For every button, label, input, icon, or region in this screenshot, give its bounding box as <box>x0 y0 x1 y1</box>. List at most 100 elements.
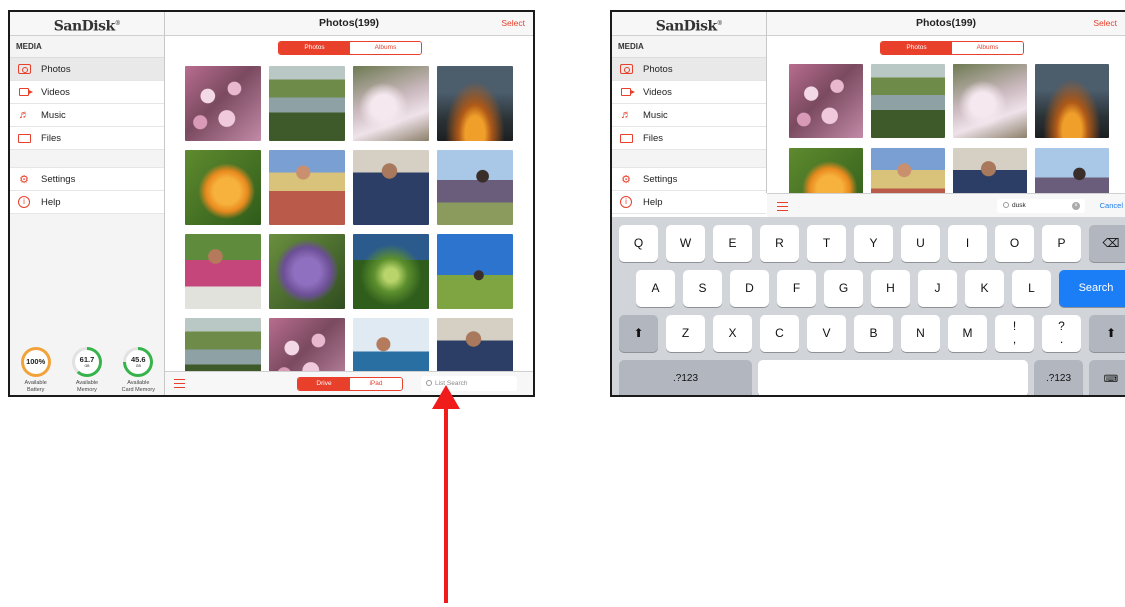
top-bar: Photos(199) Select <box>165 12 533 36</box>
key-i[interactable]: I <box>948 225 987 262</box>
photo-thumbnail[interactable] <box>1035 148 1109 193</box>
photo-thumbnail[interactable] <box>437 66 513 141</box>
photo-thumbnail[interactable] <box>353 234 429 309</box>
video-icon <box>619 86 635 98</box>
gauge-value: 45.6 <box>131 355 146 364</box>
sidebar-item-photos[interactable]: Photos <box>10 58 164 81</box>
photo-thumbnail[interactable] <box>269 66 345 141</box>
sidebar-item-help[interactable]: i Help <box>612 191 766 214</box>
key-h[interactable]: H <box>871 270 910 307</box>
sandisk-logo: SanDisk® <box>10 12 164 36</box>
key-v[interactable]: V <box>807 315 846 352</box>
key-e[interactable]: E <box>713 225 752 262</box>
photo-thumbnail[interactable] <box>269 234 345 309</box>
sidebar-item-label: Help <box>643 196 663 208</box>
tab-drive[interactable]: Drive <box>298 378 350 390</box>
shift-key-left[interactable]: ⬆ <box>619 315 658 352</box>
sidebar-item-photos[interactable]: Photos <box>612 58 766 81</box>
numbers-key-left[interactable]: .?123 <box>619 360 752 395</box>
sidebar-item-videos[interactable]: Videos <box>612 81 766 104</box>
key-c[interactable]: C <box>760 315 799 352</box>
key-t[interactable]: T <box>807 225 846 262</box>
photo-thumbnail[interactable] <box>437 150 513 225</box>
photo-thumbnail[interactable] <box>185 318 261 373</box>
key-j[interactable]: J <box>918 270 957 307</box>
select-button[interactable]: Select <box>501 12 525 35</box>
search-key[interactable]: Search <box>1059 270 1125 307</box>
key-d[interactable]: D <box>730 270 769 307</box>
photo-thumbnail[interactable] <box>185 234 261 309</box>
sidebar-item-music[interactable]: ♬ Music <box>612 104 766 127</box>
sidebar-item-label: Settings <box>41 173 76 185</box>
photo-thumbnail[interactable] <box>353 318 429 373</box>
sidebar-item-videos[interactable]: Videos <box>10 81 164 104</box>
shift-key-right[interactable]: ⬆ <box>1089 315 1125 352</box>
key-b[interactable]: B <box>854 315 893 352</box>
sidebar-item-settings[interactable]: ⚙ Settings <box>10 168 164 191</box>
photo-thumbnail[interactable] <box>789 64 863 138</box>
clear-search-icon[interactable]: × <box>1072 202 1080 210</box>
photo-thumbnail[interactable] <box>353 150 429 225</box>
backspace-key[interactable]: ⌫ <box>1089 225 1125 262</box>
hamburger-menu-icon[interactable] <box>174 379 185 388</box>
battery-gauge: 100% Available Battery <box>12 347 60 393</box>
cancel-button[interactable]: Cancel <box>1100 194 1123 218</box>
tab-photos[interactable]: Photos <box>881 42 952 54</box>
key-l[interactable]: L <box>1012 270 1051 307</box>
photo-thumbnail[interactable] <box>437 234 513 309</box>
photo-thumbnail[interactable] <box>353 66 429 141</box>
onscreen-keyboard: Q W E R T Y U I O P ⌫ A S D F G H J K L … <box>612 217 1125 395</box>
sidebar-item-files[interactable]: Files <box>612 127 766 150</box>
key-o[interactable]: O <box>995 225 1034 262</box>
sidebar-item-files[interactable]: Files <box>10 127 164 150</box>
key-w[interactable]: W <box>666 225 705 262</box>
key-x[interactable]: X <box>713 315 752 352</box>
video-icon <box>17 86 33 98</box>
key-m[interactable]: M <box>948 315 987 352</box>
photo-thumbnail[interactable] <box>953 148 1027 193</box>
key-r[interactable]: R <box>760 225 799 262</box>
list-search-input[interactable]: dusk × <box>997 199 1085 213</box>
bottom-bar: Drive iPad List Search <box>165 371 533 395</box>
tab-ipad[interactable]: iPad <box>350 378 402 390</box>
gauge-ring: 61.7 GB <box>71 347 102 377</box>
key-question-period[interactable]: ?. <box>1042 315 1081 352</box>
key-y[interactable]: Y <box>854 225 893 262</box>
photo-thumbnail[interactable] <box>269 150 345 225</box>
sidebar: SanDisk® MEDIA Photos Videos ♬ Music Fil… <box>612 12 767 214</box>
key-g[interactable]: G <box>824 270 863 307</box>
select-button[interactable]: Select <box>1093 12 1117 35</box>
key-q[interactable]: Q <box>619 225 658 262</box>
photo-thumbnail[interactable] <box>953 64 1027 138</box>
sidebar-item-settings[interactable]: ⚙ Settings <box>612 168 766 191</box>
numbers-key-right[interactable]: .?123 <box>1034 360 1083 395</box>
photo-thumbnail[interactable] <box>437 318 513 373</box>
tab-albums[interactable]: Albums <box>952 42 1023 54</box>
space-bar[interactable] <box>758 360 1028 395</box>
key-n[interactable]: N <box>901 315 940 352</box>
key-u[interactable]: U <box>901 225 940 262</box>
key-p[interactable]: P <box>1042 225 1081 262</box>
photo-thumbnail[interactable] <box>185 150 261 225</box>
hamburger-menu-icon[interactable] <box>777 202 788 211</box>
photo-thumbnail[interactable] <box>1035 64 1109 138</box>
tab-photos[interactable]: Photos <box>279 42 350 54</box>
tab-albums[interactable]: Albums <box>350 42 421 54</box>
photos-albums-segmented-control: Photos Albums <box>880 41 1024 55</box>
key-z[interactable]: Z <box>666 315 705 352</box>
key-f[interactable]: F <box>777 270 816 307</box>
key-a[interactable]: A <box>636 270 675 307</box>
key-s[interactable]: S <box>683 270 722 307</box>
folder-icon <box>619 132 633 144</box>
photo-grid <box>789 64 1121 193</box>
photo-thumbnail[interactable] <box>185 66 261 141</box>
photo-thumbnail[interactable] <box>269 318 345 373</box>
photo-thumbnail[interactable] <box>871 148 945 193</box>
sidebar-item-help[interactable]: i Help <box>10 191 164 214</box>
hide-keyboard-key[interactable]: ⌨ <box>1089 360 1125 395</box>
photo-thumbnail[interactable] <box>871 64 945 138</box>
key-exclamation-comma[interactable]: !, <box>995 315 1034 352</box>
sidebar-item-music[interactable]: ♬ Music <box>10 104 164 127</box>
photo-thumbnail[interactable] <box>789 148 863 193</box>
key-k[interactable]: K <box>965 270 1004 307</box>
